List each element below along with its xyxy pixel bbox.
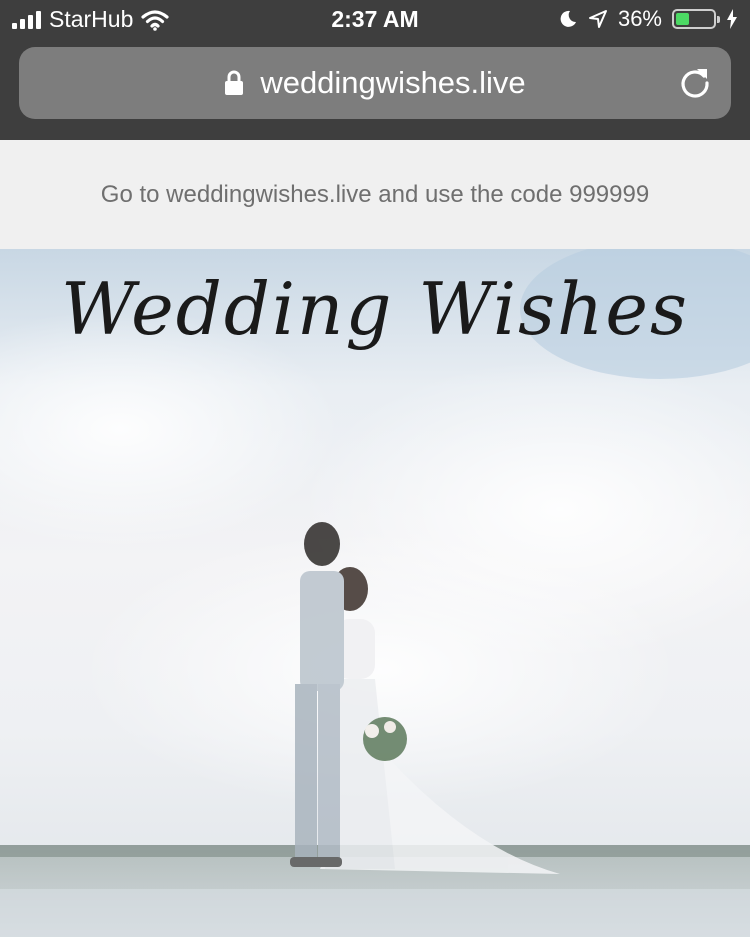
charging-bolt-icon xyxy=(727,9,737,29)
hero-photo xyxy=(0,249,750,937)
url-text[interactable]: weddingwishes.live xyxy=(260,65,525,101)
browser-chrome: StarHub 2:37 AM 36% weddingwishes.live xyxy=(0,0,750,140)
battery-icon xyxy=(672,9,720,29)
status-bar: StarHub 2:37 AM 36% xyxy=(0,0,750,40)
address-bar[interactable]: weddingwishes.live xyxy=(19,47,731,119)
do-not-disturb-icon xyxy=(560,10,576,27)
reload-icon[interactable] xyxy=(677,65,713,101)
hero-section: Wedding Wishes xyxy=(0,249,750,937)
battery-percent: 36% xyxy=(617,6,662,31)
code-banner: Go to weddingwishes.live and use the cod… xyxy=(0,140,750,249)
code-banner-text: Go to weddingwishes.live and use the cod… xyxy=(100,180,650,208)
battery-level xyxy=(676,13,689,25)
hero-title: Wedding Wishes xyxy=(61,267,689,351)
address-display[interactable]: weddingwishes.live xyxy=(19,47,731,119)
location-arrow-icon xyxy=(588,10,607,28)
lock-icon xyxy=(225,70,244,95)
status-right: 36% xyxy=(558,6,738,32)
